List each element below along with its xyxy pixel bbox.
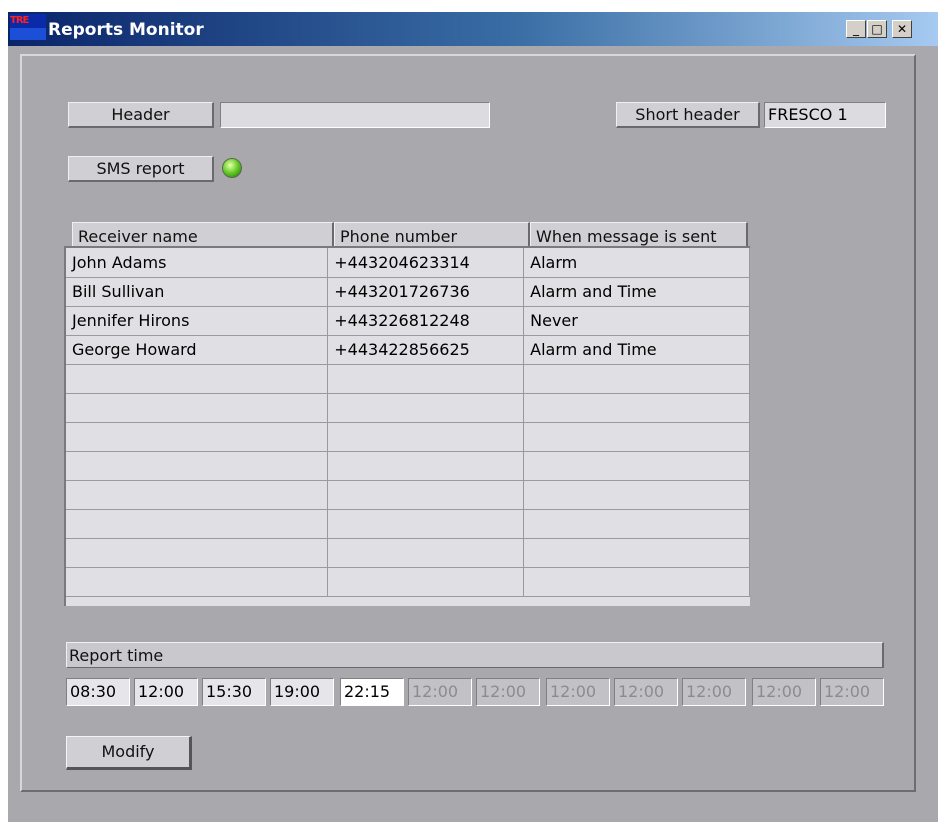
empty-cell[interactable] bbox=[327, 567, 525, 597]
table-row[interactable]: Jennifer Hirons +443226812248 Never bbox=[66, 306, 750, 336]
table-row-empty[interactable] bbox=[66, 422, 750, 452]
empty-cell[interactable] bbox=[523, 567, 750, 597]
empty-cell[interactable] bbox=[523, 480, 750, 510]
minimize-button[interactable]: _ bbox=[846, 20, 866, 38]
cell-receiver-name[interactable]: George Howard bbox=[66, 335, 329, 365]
header-button[interactable]: Header bbox=[68, 102, 214, 128]
empty-cell[interactable] bbox=[66, 509, 329, 539]
empty-cell[interactable] bbox=[66, 364, 329, 394]
empty-cell[interactable] bbox=[523, 364, 750, 394]
maximize-button[interactable]: □ bbox=[867, 20, 887, 38]
empty-cell[interactable] bbox=[523, 451, 750, 481]
empty-cell[interactable] bbox=[327, 364, 525, 394]
report-time-label: Report time bbox=[66, 642, 884, 668]
report-time-slot[interactable]: 08:30 bbox=[66, 678, 130, 706]
table-row[interactable]: John Adams +443204623314 Alarm bbox=[66, 248, 750, 278]
cell-phone-number[interactable]: +443204623314 bbox=[327, 248, 525, 278]
sms-status-led bbox=[222, 158, 242, 178]
table-row-empty[interactable] bbox=[66, 538, 750, 568]
header-input[interactable] bbox=[220, 102, 490, 128]
empty-cell[interactable] bbox=[66, 422, 329, 452]
cell-phone-number[interactable]: +443422856625 bbox=[327, 335, 525, 365]
table-row-empty[interactable] bbox=[66, 567, 750, 597]
receivers-table-body: John Adams +443204623314 Alarm Bill Sulliva… bbox=[66, 248, 750, 597]
table-row-empty[interactable] bbox=[66, 393, 750, 423]
empty-cell[interactable] bbox=[523, 422, 750, 452]
modify-button[interactable]: Modify bbox=[66, 736, 192, 770]
close-icon: ✕ bbox=[896, 22, 908, 36]
empty-cell[interactable] bbox=[327, 422, 525, 452]
empty-cell[interactable] bbox=[66, 567, 329, 597]
empty-cell[interactable] bbox=[327, 480, 525, 510]
empty-cell[interactable] bbox=[66, 480, 329, 510]
empty-cell[interactable] bbox=[327, 451, 525, 481]
cell-phone-number[interactable]: +443226812248 bbox=[327, 306, 525, 336]
table-row-empty[interactable] bbox=[66, 451, 750, 481]
report-time-slot[interactable]: 12:00 bbox=[820, 678, 884, 706]
cell-receiver-name[interactable]: John Adams bbox=[66, 248, 329, 278]
report-time-slot[interactable]: 19:00 bbox=[270, 678, 334, 706]
report-time-slot[interactable]: 12:00 bbox=[752, 678, 816, 706]
table-row[interactable]: Bill Sullivan +443201726736 Alarm and Time bbox=[66, 277, 750, 307]
empty-cell[interactable] bbox=[66, 451, 329, 481]
empty-cell[interactable] bbox=[523, 509, 750, 539]
short-header-input[interactable]: FRESCO 1 bbox=[764, 102, 886, 128]
table-row-empty[interactable] bbox=[66, 364, 750, 394]
report-time-slot[interactable]: 12:00 bbox=[682, 678, 746, 706]
table-row-empty[interactable] bbox=[66, 509, 750, 539]
report-time-slot[interactable]: 12:00 bbox=[476, 678, 540, 706]
close-button[interactable]: ✕ bbox=[892, 20, 912, 38]
report-time-slot[interactable]: 22:15 bbox=[340, 678, 404, 706]
title-bar[interactable]: TRE Reports Monitor _ □ ✕ bbox=[8, 12, 938, 46]
cell-receiver-name[interactable]: Jennifer Hirons bbox=[66, 306, 329, 336]
receivers-table: John Adams +443204623314 Alarm Bill Sulliva… bbox=[64, 246, 750, 606]
report-time-slot[interactable]: 12:00 bbox=[134, 678, 198, 706]
window-title: Reports Monitor bbox=[48, 20, 204, 40]
empty-cell[interactable] bbox=[523, 538, 750, 568]
cell-when-sent[interactable]: Alarm and Time bbox=[523, 277, 750, 307]
cell-when-sent[interactable]: Alarm and Time bbox=[523, 335, 750, 365]
empty-cell[interactable] bbox=[66, 393, 329, 423]
app-icon-text: TRE bbox=[10, 14, 46, 28]
empty-cell[interactable] bbox=[523, 393, 750, 423]
report-time-slot[interactable]: 12:00 bbox=[614, 678, 678, 706]
empty-cell[interactable] bbox=[327, 509, 525, 539]
cell-receiver-name[interactable]: Bill Sullivan bbox=[66, 277, 329, 307]
sms-report-button[interactable]: SMS report bbox=[68, 156, 214, 182]
table-row-empty[interactable] bbox=[66, 480, 750, 510]
empty-cell[interactable] bbox=[327, 538, 525, 568]
empty-cell[interactable] bbox=[327, 393, 525, 423]
report-time-slot[interactable]: 12:00 bbox=[408, 678, 472, 706]
empty-cell[interactable] bbox=[66, 538, 329, 568]
cell-when-sent[interactable]: Alarm bbox=[523, 248, 750, 278]
minimize-icon: _ bbox=[853, 22, 859, 36]
report-time-slot[interactable]: 15:30 bbox=[202, 678, 266, 706]
app-icon[interactable]: TRE bbox=[10, 14, 46, 40]
report-time-slot[interactable]: 12:00 bbox=[546, 678, 610, 706]
table-row[interactable]: George Howard +443422856625 Alarm and Time bbox=[66, 335, 750, 365]
cell-when-sent[interactable]: Never bbox=[523, 306, 750, 336]
maximize-icon: □ bbox=[871, 22, 883, 36]
short-header-button[interactable]: Short header bbox=[616, 102, 760, 128]
cell-phone-number[interactable]: +443201726736 bbox=[327, 277, 525, 307]
